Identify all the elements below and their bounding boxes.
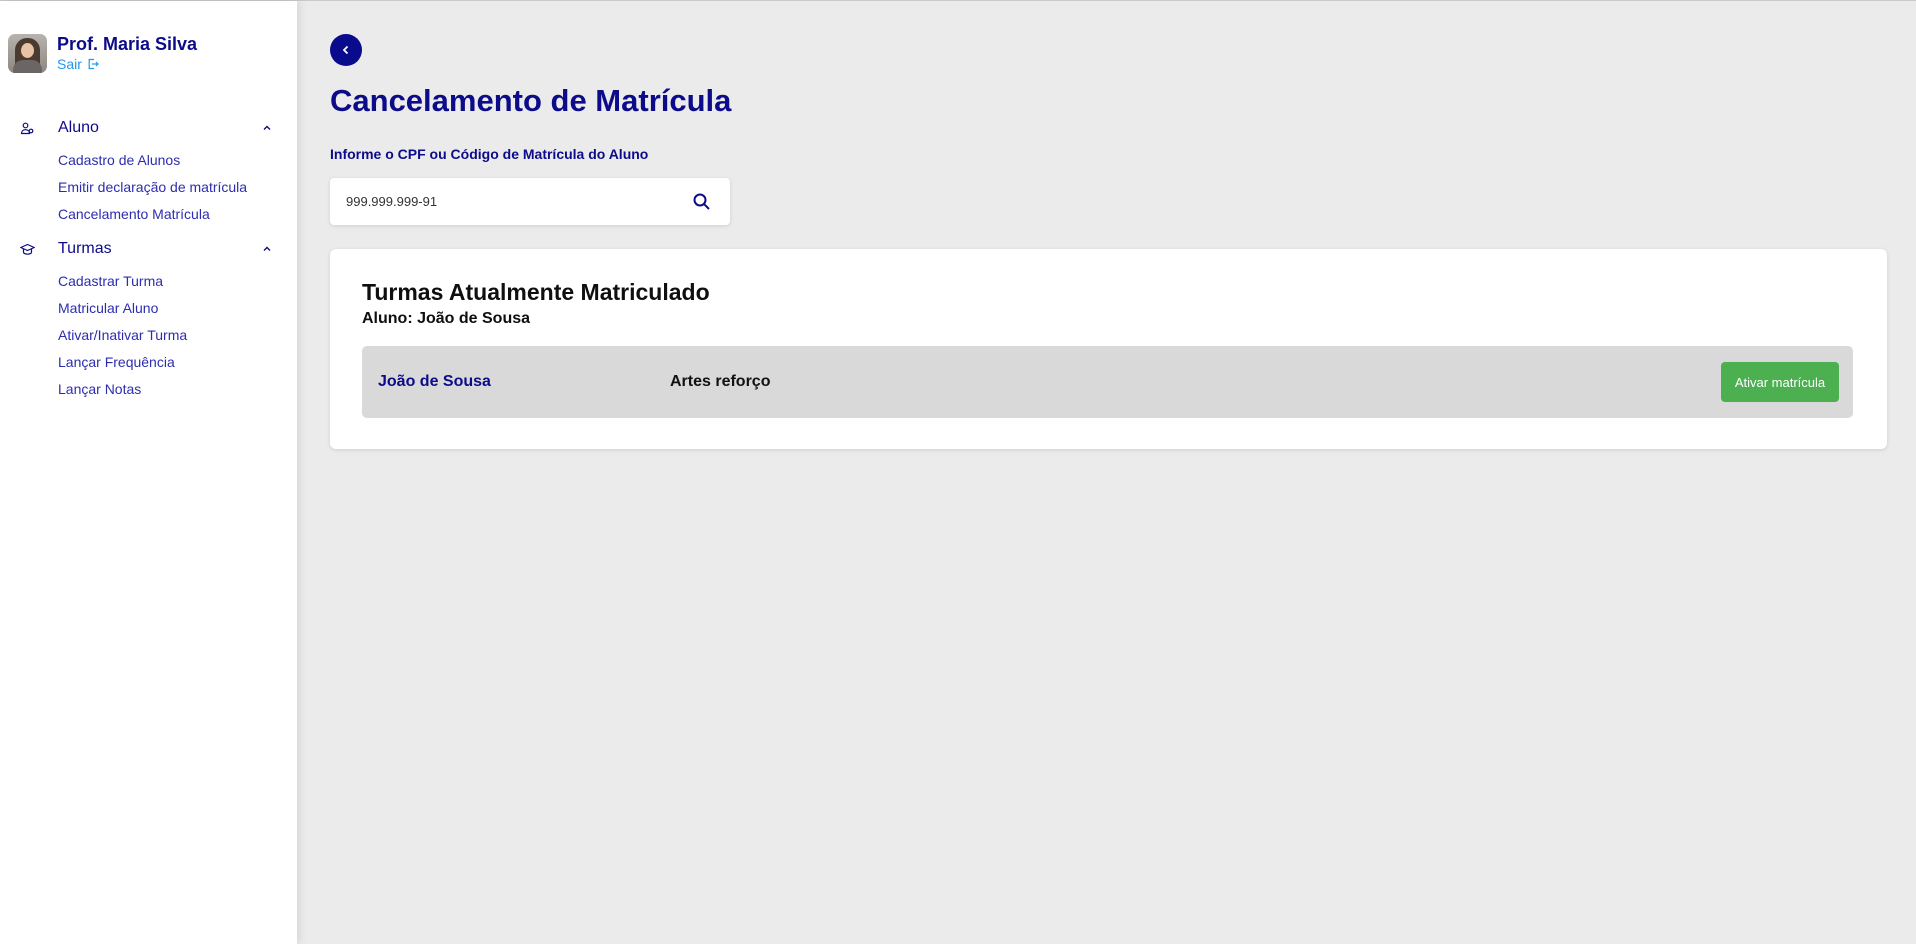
logout-link[interactable]: Sair bbox=[57, 56, 197, 72]
sidebar-item-cadastro-alunos[interactable]: Cadastro de Alunos bbox=[0, 147, 297, 174]
logout-icon bbox=[88, 58, 99, 70]
avatar bbox=[8, 34, 47, 73]
search-input[interactable] bbox=[346, 178, 666, 225]
sidebar: Prof. Maria Silva Sair Aluno Cadastro de… bbox=[0, 1, 297, 944]
chevron-up-icon[interactable] bbox=[262, 244, 272, 254]
chevron-left-icon bbox=[342, 45, 349, 55]
sidebar-header-aluno[interactable]: Aluno bbox=[0, 117, 297, 139]
sidebar-section-label: Aluno bbox=[58, 119, 99, 136]
sidebar-items-aluno: Cadastro de Alunos Emitir declaração de … bbox=[0, 147, 297, 228]
enrollment-student-name: João de Sousa bbox=[378, 373, 491, 390]
sidebar-item-emitir-declaracao[interactable]: Emitir declaração de matrícula bbox=[0, 174, 297, 201]
sidebar-item-matricular-aluno[interactable]: Matricular Aluno bbox=[0, 295, 297, 322]
sidebar-item-cadastrar-turma[interactable]: Cadastrar Turma bbox=[0, 268, 297, 295]
logout-label: Sair bbox=[57, 56, 82, 72]
app-root: Prof. Maria Silva Sair Aluno Cadastro de… bbox=[0, 0, 1916, 944]
back-button[interactable] bbox=[330, 34, 362, 66]
search-label: Informe o CPF ou Código de Matrícula do … bbox=[330, 146, 649, 162]
graduation-cap-icon bbox=[20, 243, 35, 255]
sidebar-items-turmas: Cadastrar Turma Matricular Aluno Ativar/… bbox=[0, 268, 297, 403]
sidebar-item-ativar-inativar-turma[interactable]: Ativar/Inativar Turma bbox=[0, 322, 297, 349]
card-subtitle: Aluno: João de Sousa bbox=[362, 310, 531, 327]
sidebar-header-turmas[interactable]: Turmas bbox=[0, 238, 297, 260]
activate-enrollment-button[interactable]: Ativar matrícula bbox=[1721, 362, 1839, 402]
sidebar-section-aluno: Aluno Cadastro de Alunos Emitir declaraç… bbox=[0, 117, 297, 228]
card-title: Turmas Atualmente Matriculado bbox=[362, 279, 710, 305]
search-box bbox=[330, 178, 730, 225]
sidebar-section-turmas: Turmas Cadastrar Turma Matricular Aluno … bbox=[0, 238, 297, 403]
page-title: Cancelamento de Matrícula bbox=[330, 83, 732, 118]
users-icon bbox=[20, 122, 34, 135]
enrollment-row: João de Sousa Artes reforço Ativar matrí… bbox=[362, 346, 1853, 418]
sidebar-item-cancelamento-matricula[interactable]: Cancelamento Matrícula bbox=[0, 201, 297, 228]
user-name: Prof. Maria Silva bbox=[57, 34, 198, 54]
enrollment-class-name: Artes reforço bbox=[670, 373, 771, 390]
sidebar-item-lancar-notas[interactable]: Lançar Notas bbox=[0, 376, 297, 403]
enrollments-card: Turmas Atualmente Matriculado Aluno: Joã… bbox=[330, 249, 1887, 449]
chevron-up-icon[interactable] bbox=[262, 123, 272, 133]
sidebar-item-lancar-frequencia[interactable]: Lançar Frequência bbox=[0, 349, 297, 376]
search-icon[interactable] bbox=[692, 192, 712, 212]
sidebar-section-label: Turmas bbox=[58, 240, 112, 257]
user-profile: Prof. Maria Silva Sair bbox=[8, 34, 197, 73]
